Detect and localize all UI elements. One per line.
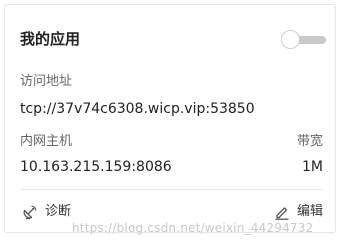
diagnose-button[interactable]: 诊断 [22,204,71,220]
bandwidth-value: 1M [302,159,323,175]
satellite-dish-icon [22,204,38,220]
watermark: https://blog.csdn.net/weixin_44294732 [72,221,314,235]
divider [20,189,323,190]
app-card: 我的应用 访问地址 tcp://37v74c6308.wicp.vip:5385… [4,4,336,233]
address-value: tcp://37v74c6308.wicp.vip:53850 [20,101,255,117]
diagnose-label: 诊断 [45,204,72,219]
lan-host-value: 10.163.215.159:8086 [20,159,172,175]
edit-button[interactable]: 编辑 [274,204,323,220]
card-title: 我的应用 [20,30,81,48]
app-enable-toggle[interactable] [281,30,327,54]
toggle-knob [281,30,300,49]
edit-label: 编辑 [296,204,323,219]
bandwidth-label: 带宽 [296,134,323,149]
pencil-icon [274,204,290,220]
address-label: 访问地址 [20,74,73,89]
lan-host-label: 内网主机 [20,134,73,149]
